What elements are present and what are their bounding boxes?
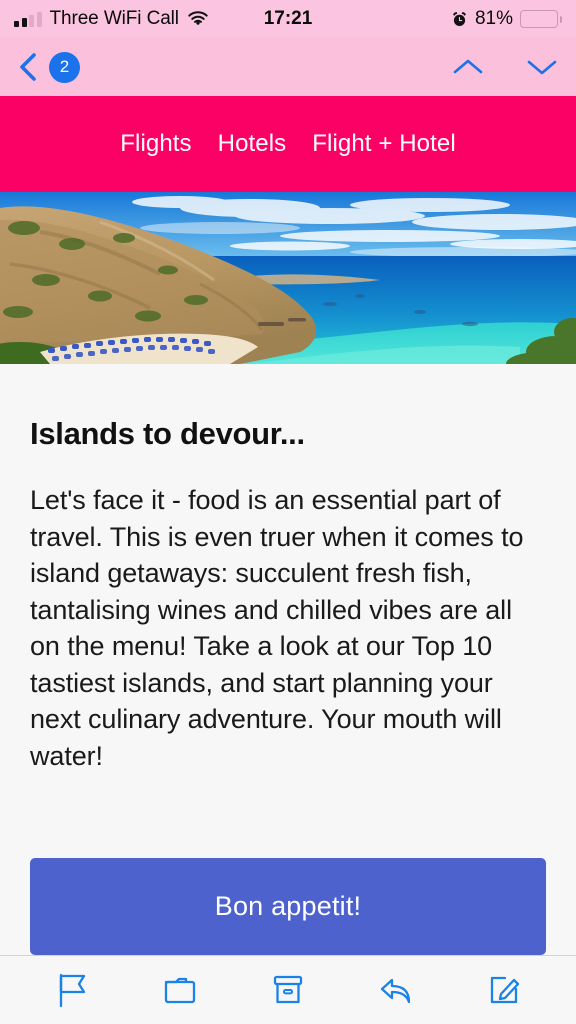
hero-image	[0, 192, 576, 364]
alarm-clock-icon	[451, 11, 468, 28]
chevron-up-icon[interactable]	[450, 55, 486, 79]
email-headline: Islands to devour...	[30, 416, 305, 451]
battery-icon	[520, 10, 562, 28]
flag-icon[interactable]	[53, 971, 91, 1009]
compose-button[interactable]	[475, 967, 533, 1013]
reply-arrow-icon[interactable]	[377, 971, 415, 1009]
flag-button[interactable]	[43, 967, 101, 1013]
brand-nav-link-flights[interactable]: Flights	[120, 130, 191, 158]
email-body-paragraph: Let's face it - food is an essential par…	[30, 485, 524, 771]
back-button[interactable]: 2	[16, 51, 80, 83]
chevron-left-icon[interactable]	[16, 52, 40, 82]
bon-appetit-button[interactable]: Bon appetit!	[30, 858, 546, 955]
brand-nav-link-hotels[interactable]: Hotels	[218, 130, 287, 158]
mail-toolbar	[0, 955, 576, 1024]
status-bar: Three WiFi Call 17:21 81%	[0, 0, 576, 38]
folder-icon[interactable]	[161, 971, 199, 1009]
email-content: Flights Hotels Flight + Hotel Islands to…	[0, 96, 576, 955]
compose-icon[interactable]	[485, 971, 523, 1009]
move-to-folder-button[interactable]	[151, 967, 209, 1013]
email-viewer-screen: Three WiFi Call 17:21 81% 2 Flights Hote…	[0, 0, 576, 1024]
cta-container: Bon appetit!	[0, 858, 576, 955]
brand-navigation-bar: Flights Hotels Flight + Hotel	[0, 96, 576, 192]
brand-nav-link-flight-hotel[interactable]: Flight + Hotel	[312, 130, 455, 158]
archive-box-icon[interactable]	[269, 971, 307, 1009]
unread-count-badge[interactable]: 2	[49, 51, 80, 83]
reply-button[interactable]	[367, 967, 425, 1013]
status-bar-right: 81%	[451, 8, 562, 30]
battery-percentage-label: 81%	[474, 8, 513, 29]
email-text-block: Islands to devour... Let's face it - foo…	[0, 364, 576, 818]
message-navigation-controls	[450, 55, 560, 79]
chevron-down-icon[interactable]	[524, 55, 560, 79]
archive-button[interactable]	[259, 967, 317, 1013]
coastal-bay-illustration	[0, 192, 576, 364]
navigation-bar: 2	[0, 38, 576, 96]
